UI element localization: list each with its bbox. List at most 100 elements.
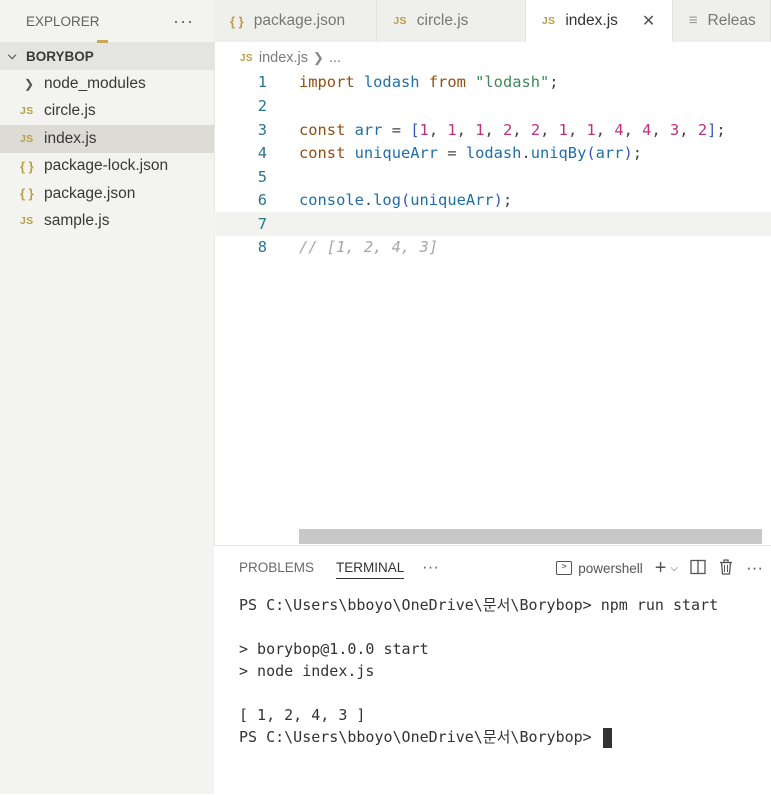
code-token: . (521, 144, 530, 162)
chevron-right-icon: ❯ (24, 77, 44, 91)
tree-item-package-json[interactable]: { }package.json (0, 180, 214, 208)
terminal-selector[interactable]: > powershell (556, 561, 643, 576)
tab-releas[interactable]: ≡Releas (673, 0, 771, 42)
split-terminal-icon[interactable] (690, 559, 706, 578)
breadcrumb-file[interactable]: index.js (259, 50, 308, 66)
tab-terminal[interactable]: TERMINAL (336, 560, 404, 579)
code-token: uniqueArr (410, 191, 493, 209)
tree-item-label: node_modules (44, 75, 146, 93)
code-text: import lodash from "lodash"; (299, 70, 559, 94)
line-number: 8 (214, 235, 267, 259)
code-token: , (624, 121, 643, 139)
code-token: , (429, 121, 448, 139)
code-token: , (651, 121, 670, 139)
code-token: ; (633, 144, 642, 162)
project-name: BORYBOP (26, 49, 94, 64)
close-icon[interactable]: ✕ (642, 11, 655, 31)
code-token: arr (596, 144, 624, 162)
chevron-down-icon[interactable]: ⌵ (670, 563, 678, 574)
tab-circle-js[interactable]: JScircle.js (377, 0, 526, 42)
code-token: , (540, 121, 559, 139)
terminal-line-text: [ 1, 2, 4, 3 ] (239, 706, 365, 724)
code-token: console (299, 191, 364, 209)
code-token: "lodash" (475, 73, 549, 91)
project-folder[interactable]: ⌵ BORYBOP (0, 42, 214, 70)
code-line[interactable]: 8// [1, 2, 4, 3] (214, 235, 771, 259)
tree-item-node-modules[interactable]: ❯node_modules (0, 70, 214, 98)
tab-index-js[interactable]: JS index.js ✕ (526, 0, 673, 42)
code-token: . (364, 191, 373, 209)
terminal-line (239, 682, 718, 704)
code-token: 2 (698, 121, 707, 139)
js-file-icon: JS (20, 133, 44, 145)
code-token: arr (355, 121, 383, 139)
tree-item-package-lock-json[interactable]: { }package-lock.json (0, 153, 214, 181)
tab-label: index.js (565, 12, 618, 30)
code-token: 1 (587, 121, 596, 139)
code-token: ; (503, 191, 512, 209)
code-line[interactable]: 3const arr = [1, 1, 1, 2, 2, 1, 1, 4, 4,… (214, 118, 771, 142)
code-token: ( (401, 191, 410, 209)
js-file-icon: JS (20, 215, 44, 227)
code-line[interactable]: 4const uniqueArr = lodash.uniqBy(arr); (214, 141, 771, 165)
line-number: 2 (214, 94, 267, 118)
code-token: const (299, 121, 345, 139)
terminal-output[interactable]: PS C:\Users\bboyo\OneDrive\문서\Borybop> n… (239, 594, 718, 748)
terminal-cursor (603, 728, 612, 748)
code-token: log (373, 191, 401, 209)
js-file-icon: JS (542, 15, 555, 27)
code-token: , (484, 121, 503, 139)
terminal-line: [ 1, 2, 4, 3 ] (239, 704, 718, 726)
code-line[interactable]: 1import lodash from "lodash"; (214, 70, 771, 94)
code-token: , (457, 121, 476, 139)
horizontal-scrollbar[interactable] (299, 529, 762, 544)
editor-tabs: { }package.jsonJScircle.jsJSindex.js✕≡Re… (214, 0, 771, 42)
bottom-panel: PROBLEMS TERMINAL ··· > powershell + ⌵ ·… (214, 545, 771, 795)
terminal-line (239, 616, 718, 638)
terminal-line-text: PS C:\Users\bboyo\OneDrive\문서\Borybop> n… (239, 596, 718, 614)
tree-item-index-js[interactable]: JSindex.js (0, 125, 214, 153)
add-terminal-icon[interactable]: + (655, 560, 667, 576)
terminal-line: > borybop@1.0.0 start (239, 638, 718, 660)
code-token: lodash (466, 144, 522, 162)
js-file-icon: JS (240, 53, 253, 64)
code-token: lodash (364, 73, 420, 91)
code-line[interactable]: 7 (214, 212, 771, 236)
terminal-line-text: > borybop@1.0.0 start (239, 640, 429, 658)
tree-item-circle-js[interactable]: JScircle.js (0, 98, 214, 126)
code-line[interactable]: 6console.log(uniqueArr); (214, 188, 771, 212)
code-line[interactable]: 2 (214, 94, 771, 118)
more-actions-icon[interactable]: ··· (173, 12, 194, 30)
code-token: 1 (447, 121, 456, 139)
terminal-line: PS C:\Users\bboyo\OneDrive\문서\Borybop> (239, 726, 718, 748)
more-actions-icon[interactable]: ··· (746, 558, 763, 578)
js-file-icon: JS (20, 105, 44, 117)
file-tree: ❯node_modulesJScircle.jsJSindex.js{ }pac… (0, 70, 214, 235)
more-actions-icon[interactable]: ··· (422, 557, 439, 577)
line-number: 7 (214, 212, 267, 236)
tree-item-label: package.json (44, 185, 135, 203)
tab-problems[interactable]: PROBLEMS (239, 560, 314, 575)
terminal-line-text: > node index.js (239, 662, 374, 680)
code-token: , (679, 121, 698, 139)
tree-item-label: index.js (44, 130, 97, 148)
tree-item-sample-js[interactable]: JSsample.js (0, 208, 214, 236)
breadcrumb-rest[interactable]: ... (329, 50, 341, 66)
tab-package-json[interactable]: { }package.json (214, 0, 377, 42)
breadcrumb: JS index.js ❯ ... (240, 48, 341, 68)
code-line[interactable]: 5 (214, 165, 771, 189)
code-token: from (429, 73, 466, 91)
code-token: ; (549, 73, 558, 91)
code-text: console.log(uniqueArr); (299, 188, 512, 212)
terminal-line-text: PS C:\Users\bboyo\OneDrive\문서\Borybop> (239, 728, 601, 746)
code-token: ) (494, 191, 503, 209)
explorer-title: EXPLORER (26, 14, 100, 29)
line-number: 5 (214, 165, 267, 189)
code-token (355, 73, 364, 91)
explorer-header: EXPLORER ··· (0, 0, 214, 42)
trash-icon[interactable] (718, 559, 734, 578)
js-file-icon: JS (393, 15, 406, 27)
code-editor[interactable]: 8// [1, 2, 4, 3]76console.log(uniqueArr)… (214, 70, 771, 545)
code-token: = (438, 144, 466, 162)
code-token: 1 (559, 121, 568, 139)
